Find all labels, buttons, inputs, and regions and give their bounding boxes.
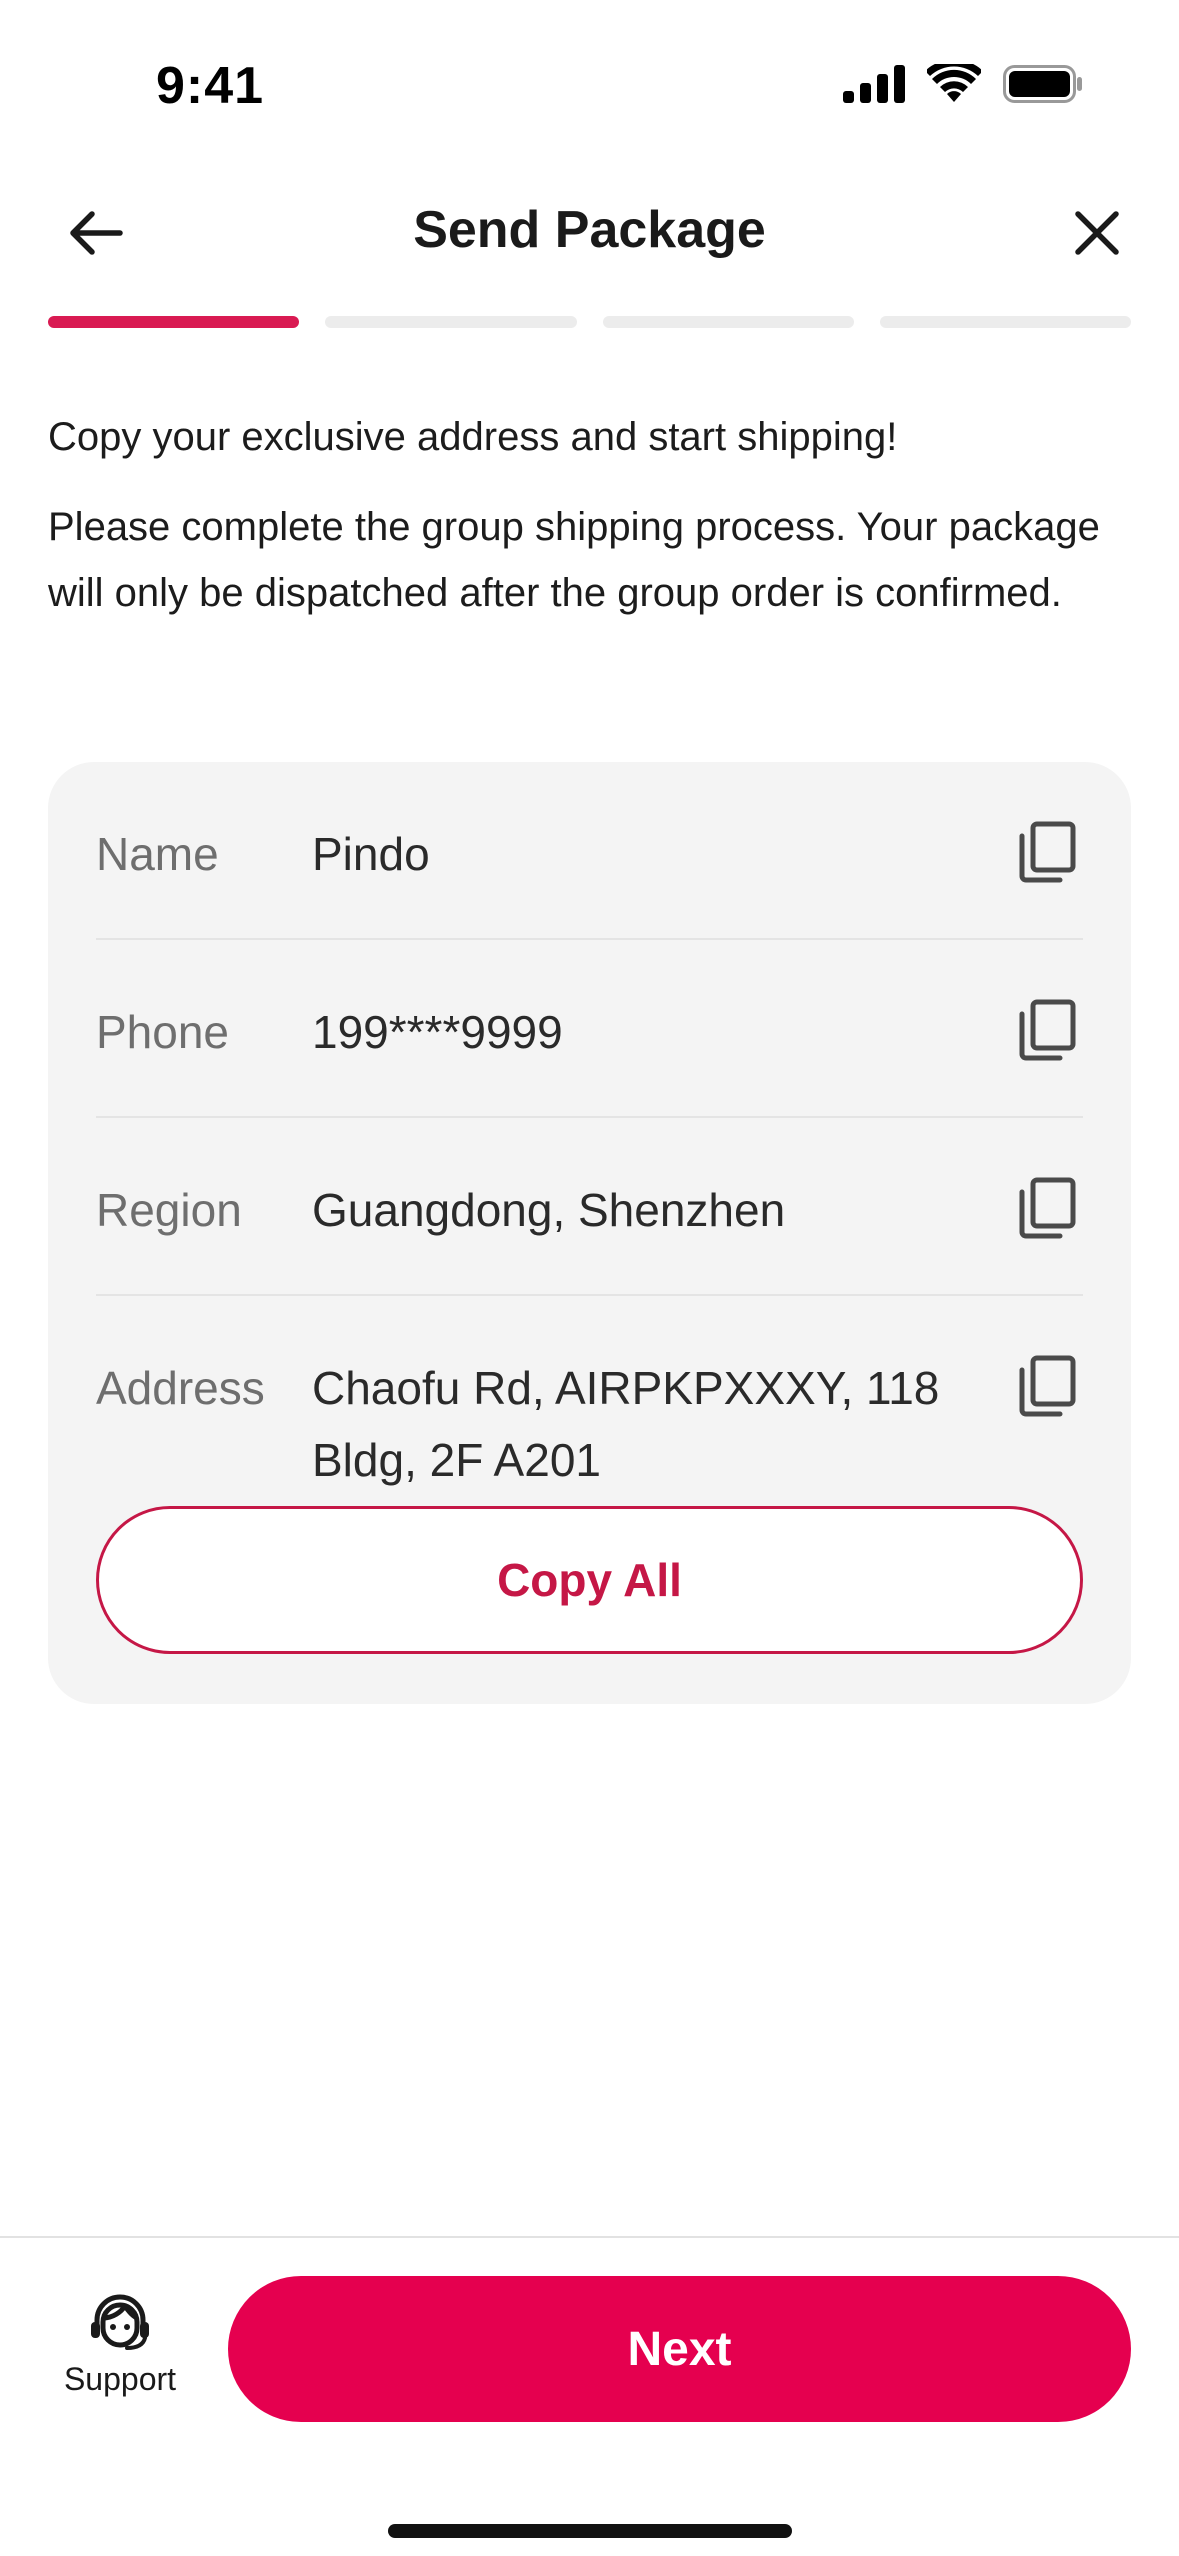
copy-phone-button[interactable] [1011,996,1083,1068]
row-value: Chaofu Rd, AIRPKPXXXY, 118 Bldg, 2F A201 [312,1362,940,1486]
status-time: 9:41 [156,57,265,115]
address-row-phone: Phone 199****9999 [96,940,1083,1118]
row-label: Phone [96,1006,230,1058]
copy-address-button[interactable] [1011,1352,1083,1424]
row-value: Pindo [312,828,430,880]
wifi-icon [925,59,983,109]
battery-icon [1003,65,1083,108]
copy-all-button[interactable]: Copy All [96,1506,1083,1654]
row-label: Region [96,1184,242,1236]
page-title: Send Package [413,201,766,259]
row-label: Address [96,1362,265,1414]
copy-icon [1018,1355,1076,1422]
address-row-region: Region Guangdong, Shenzhen [96,1118,1083,1296]
row-value: Guangdong, Shenzhen [312,1184,786,1236]
progress-step-3 [602,316,854,328]
intro-headline: Copy your exclusive address and start sh… [48,415,898,459]
cellular-signal-icon [843,65,905,108]
copy-name-button[interactable] [1011,818,1083,890]
close-button[interactable] [1055,198,1139,272]
nav-header: Send Package [0,180,1179,290]
row-value: 199****9999 [312,1006,563,1058]
copy-icon [1018,999,1076,1066]
copy-icon [1018,821,1076,888]
support-button[interactable]: Support [40,2292,200,2398]
address-row-name: Name Pindo [96,762,1083,940]
copy-icon [1018,1177,1076,1244]
progress-step-2 [325,316,577,328]
home-indicator [388,2524,792,2538]
copy-region-button[interactable] [1011,1174,1083,1246]
address-card: Name Pindo Phone 199****9999 Region Guan… [48,762,1131,1704]
step-progress [48,316,1131,328]
intro-description: Please complete the group shipping proce… [48,505,1100,615]
row-label: Name [96,828,219,880]
progress-step-4 [879,316,1131,328]
close-icon [1074,210,1120,261]
bottom-action-bar: Support Next [0,2236,1179,2556]
headset-agent-icon [87,2292,153,2357]
address-row-address: Address Chaofu Rd, AIRPKPXXXY, 118 Bldg,… [96,1296,1083,1536]
send-package-screen: 9:41 Send Package Copy your exclusive ad… [0,0,1179,2556]
progress-step-1 [48,316,300,328]
intro-text: Copy your exclusive address and start sh… [48,404,1131,650]
next-button[interactable]: Next [228,2276,1131,2422]
status-icons [843,59,1083,109]
support-label: Support [63,2361,177,2397]
status-bar: 9:41 [0,0,1179,160]
